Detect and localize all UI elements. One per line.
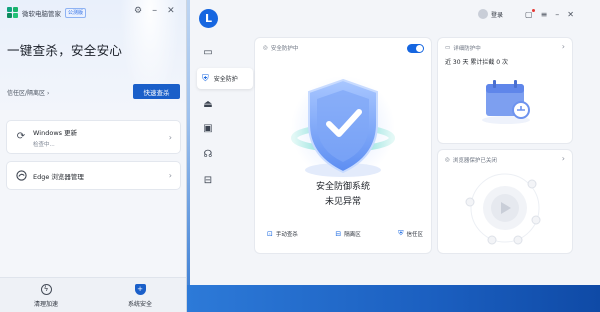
chevron-right-icon: ›	[168, 132, 172, 142]
protection-subtitle: 未见异常	[324, 197, 361, 207]
edge-icon	[15, 169, 27, 182]
edge-management-title: Edge 浏览器管理	[33, 172, 84, 181]
detail-icon: ▭	[445, 45, 451, 51]
side-rail: L ▭ ⏏ ▣ ☊ ⊟	[190, 0, 228, 285]
archive-icon[interactable]: ▣	[201, 122, 215, 136]
login-button[interactable]: 登录	[478, 9, 503, 19]
menu-icon[interactable]: ≡	[541, 10, 548, 19]
gift-icon[interactable]: ▢	[525, 8, 535, 19]
settings-gear-icon[interactable]: ⚙	[134, 6, 142, 16]
protection-title: 安全防御系统	[315, 182, 370, 192]
browser-protection-card[interactable]: ◎ 浏览器保护已关闭 ›	[438, 150, 572, 253]
refresh-icon: ⟳	[16, 131, 26, 142]
quarantine-button[interactable]: ⊟ 隔离区	[335, 229, 360, 238]
detail-protection-header: ▭ 详细防护中	[445, 44, 481, 52]
protection-card: ◎ 安全防护中 安全防御系统 未见异常 ⊡ 手动查杀 ⊟ 隔离区 ⛨ 信任区	[255, 38, 431, 253]
support-icon[interactable]: ☊	[201, 148, 215, 162]
quarantine-label: 隔离区	[344, 231, 361, 238]
monitor-icon[interactable]: ▭	[201, 46, 215, 60]
shield-icon: ⛨	[398, 229, 404, 237]
chevron-right-icon: ›	[168, 171, 172, 180]
bolt-icon: ϟ	[40, 284, 52, 295]
close-icon[interactable]: ✕	[167, 6, 175, 16]
app-logo-icon: L	[199, 9, 218, 28]
window-controls: ⚙ – ✕	[134, 5, 175, 16]
windows-update-card[interactable]: ⟳ Windows 更新 检查中... ›	[7, 121, 180, 153]
app-name: 微软电脑管家	[22, 9, 61, 18]
tab-cleanup[interactable]: ϟ 清理加速	[16, 284, 76, 308]
quarantine-link[interactable]: 信任区/隔离区 ›	[7, 88, 49, 97]
protection-toggle[interactable]	[407, 44, 424, 53]
globe-icon: ◎	[445, 157, 450, 163]
windows-update-status: 检查中...	[33, 141, 55, 148]
chevron-right-icon: ›	[46, 90, 50, 97]
quarantine-link-label: 信任区/隔离区	[7, 90, 46, 97]
manual-scan-label: 手动查杀	[275, 231, 298, 238]
scan-icon: ⊡	[267, 229, 273, 238]
nav-item-protection-label: 安全防护	[213, 76, 238, 83]
slogan: 一键查杀，安全安心	[7, 43, 123, 58]
minimize-icon[interactable]: –	[555, 10, 559, 19]
quarantine-icon: ⊟	[335, 229, 342, 238]
edge-management-card[interactable]: Edge 浏览器管理 ›	[7, 162, 180, 189]
protection-status: ◎ 安全防护中	[263, 44, 298, 52]
protection-status-label: 安全防护中	[270, 46, 299, 52]
trash-icon[interactable]: ⏏	[201, 98, 215, 112]
close-icon[interactable]: ✕	[567, 10, 574, 19]
minimize-icon[interactable]: –	[152, 5, 157, 16]
nav-item-protection[interactable]: ⛨ 安全防护	[197, 68, 253, 89]
calendar-illustration	[482, 80, 530, 124]
login-label: 登录	[491, 11, 504, 19]
box-icon[interactable]: ⊟	[201, 174, 215, 188]
avatar	[478, 9, 488, 19]
pc-manager-logo-icon	[7, 7, 18, 18]
detail-protection-title: 详细防护中	[453, 46, 481, 52]
security-window: L ▭ ⏏ ▣ ☊ ⊟ ⛨ 安全防护 登录 ▢ ≡ – ✕ ◎ 安全防护中 安全…	[190, 0, 600, 285]
manual-scan-button[interactable]: ⊡ 手动查杀	[267, 229, 298, 238]
beta-badge: 公测版	[65, 7, 87, 18]
detail-protection-card[interactable]: ▭ 详细防护中 › 近 30 天 累计拦截 0 次	[438, 38, 572, 143]
browser-orbit-illustration	[465, 173, 541, 245]
trust-zone-button[interactable]: ⛨ 信任区	[398, 229, 423, 238]
protection-actions: ⊡ 手动查杀 ⊟ 隔离区 ⛨ 信任区	[267, 229, 423, 238]
shield-icon: +	[134, 284, 146, 295]
pc-manager-window: 微软电脑管家 公测版 ⚙ – ✕ 一键查杀，安全安心 信任区/隔离区 › 快速查…	[0, 0, 187, 312]
browser-protection-title: 浏览器保护已关闭	[452, 158, 497, 164]
browser-protection-header: ◎ 浏览器保护已关闭	[445, 156, 497, 164]
tab-system-security-label: 系统安全	[127, 301, 152, 308]
windows-update-title: Windows 更新	[33, 128, 78, 137]
window-header-controls: 登录 ▢ ≡ – ✕	[478, 8, 574, 19]
shield-outline-icon: ◎	[263, 45, 268, 51]
tab-system-security[interactable]: + 系统安全	[110, 284, 170, 308]
chevron-right-icon: ›	[561, 154, 565, 163]
tab-cleanup-label: 清理加速	[33, 301, 58, 308]
shield-icon: ⛨	[202, 73, 209, 84]
quick-scan-button[interactable]: 快速查杀	[133, 84, 180, 99]
shield-check-illustration	[291, 76, 395, 180]
pcm-bottom-nav: ϟ 清理加速 + 系统安全	[0, 277, 186, 312]
intercept-stat: 近 30 天 累计拦截 0 次	[445, 59, 508, 66]
pcm-titlebar: 微软电脑管家 公测版	[7, 7, 87, 18]
taskbar	[186, 285, 600, 312]
chevron-right-icon: ›	[561, 42, 565, 51]
trust-zone-label: 信任区	[406, 231, 423, 238]
